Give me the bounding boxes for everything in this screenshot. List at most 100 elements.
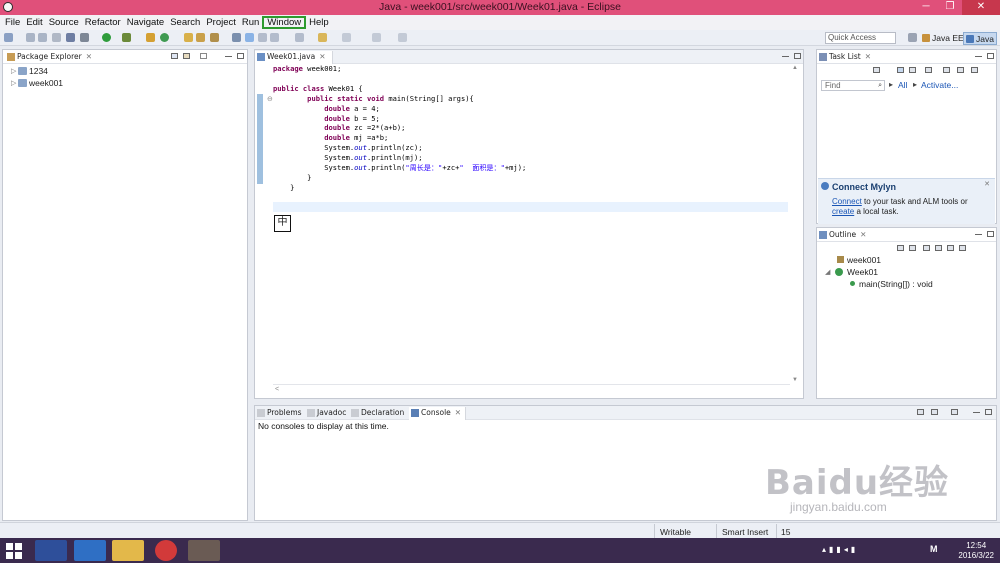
hide-local-types-icon[interactable] — [959, 245, 966, 251]
tab-problems[interactable]: Problems — [255, 407, 302, 420]
new-package-icon[interactable] — [146, 33, 155, 42]
scheduled-icon[interactable] — [909, 67, 916, 73]
categorized-icon[interactable] — [897, 67, 904, 73]
task-find-input[interactable]: Find ⌕ — [821, 80, 885, 91]
fold-icon[interactable]: ⊖ — [267, 95, 273, 103]
print-icon[interactable] — [52, 33, 61, 42]
create-link[interactable]: create — [832, 207, 854, 216]
feed-reader-icon[interactable] — [74, 540, 106, 561]
close-button[interactable]: ✕ — [962, 0, 1000, 15]
eclipse-taskbar-icon[interactable] — [188, 540, 220, 561]
activate-link[interactable]: Activate... — [921, 80, 958, 90]
back-icon[interactable] — [318, 33, 327, 42]
hide-completed-icon[interactable] — [943, 67, 950, 73]
minimize-view-icon[interactable] — [975, 234, 982, 236]
menu-run[interactable]: Run — [239, 16, 262, 29]
toggle-mark-icon[interactable] — [232, 33, 241, 42]
outline-item-class[interactable]: ◢ Week01 — [825, 267, 878, 278]
minimize-view-icon[interactable] — [225, 56, 232, 58]
vertical-scrollbar[interactable]: ▲ ▼ — [790, 64, 802, 384]
collapse-all-icon[interactable] — [171, 53, 178, 59]
open-perspective-icon[interactable] — [908, 33, 917, 42]
hide-static-icon[interactable] — [935, 245, 942, 251]
open-task-icon[interactable] — [196, 33, 205, 42]
tree-item-1234[interactable]: ▷ 1234 — [11, 66, 48, 77]
collapse-icon[interactable] — [897, 245, 904, 251]
new-class-icon[interactable] — [160, 33, 169, 42]
link-icon[interactable] — [971, 67, 978, 73]
all-link[interactable]: All — [898, 80, 907, 90]
forward-icon[interactable] — [342, 33, 351, 42]
menu-navigate[interactable]: Navigate — [124, 16, 168, 29]
minimize-editor-icon[interactable] — [782, 56, 789, 58]
history-icon[interactable] — [398, 33, 407, 42]
expand-arrow-icon[interactable]: ▷ — [11, 66, 16, 77]
last-edit-icon[interactable] — [295, 33, 304, 42]
minimize-button[interactable]: ─ — [914, 0, 938, 15]
run-icon[interactable] — [102, 33, 111, 42]
maximize-view-icon[interactable] — [985, 409, 992, 415]
connect-link[interactable]: Connect — [832, 197, 862, 206]
quick-access-input[interactable]: Quick Access — [825, 32, 896, 44]
code-editor[interactable]: package week001; public class Week01 { p… — [273, 64, 526, 193]
view-menu-icon[interactable] — [200, 53, 207, 59]
menu-window[interactable]: Window — [262, 16, 307, 29]
new-task-icon[interactable] — [873, 67, 880, 73]
ime-tray-icon[interactable]: M — [930, 544, 938, 554]
open-type-icon[interactable] — [184, 33, 193, 42]
open-console-icon[interactable] — [917, 409, 924, 415]
tab-outline[interactable]: Outline ✕ — [817, 229, 866, 242]
maximize-view-icon[interactable] — [987, 53, 994, 59]
next-annotation-icon[interactable] — [258, 33, 267, 42]
perspective-java-ee[interactable]: Java EE — [920, 32, 966, 45]
outline-item-package[interactable]: week001 — [833, 255, 881, 266]
menu-file[interactable]: File — [2, 16, 23, 29]
maximize-view-icon[interactable] — [237, 53, 244, 59]
menu-search[interactable]: Search — [167, 16, 203, 29]
minimize-view-icon[interactable] — [975, 56, 982, 58]
baidu-icon[interactable] — [35, 540, 67, 561]
perspective-java[interactable]: Java — [963, 32, 997, 45]
tab-package-explorer[interactable]: Package Explorer ✕ — [5, 51, 92, 64]
file-explorer-icon[interactable] — [112, 540, 144, 561]
annotation-icon[interactable] — [245, 33, 254, 42]
tab-javadoc[interactable]: Javadoc — [305, 407, 346, 420]
tab-console[interactable]: Console ✕ — [409, 407, 467, 420]
skip-breakpoints-icon[interactable] — [66, 33, 75, 42]
menu-refactor[interactable]: Refactor — [82, 16, 124, 29]
menu-edit[interactable]: Edit — [23, 16, 45, 29]
search-icon[interactable] — [210, 33, 219, 42]
collapse-arrow-icon[interactable]: ◢ — [825, 267, 830, 278]
menu-project[interactable]: Project — [203, 16, 239, 29]
horizontal-scrollbar[interactable]: < — [273, 384, 790, 396]
tab-declaration[interactable]: Declaration — [349, 407, 404, 420]
tab-task-list[interactable]: Task List ✕ — [817, 51, 871, 64]
sort-icon[interactable] — [909, 245, 916, 251]
collapse-all-icon[interactable] — [957, 67, 964, 73]
save-icon[interactable] — [26, 33, 35, 42]
outline-item-method[interactable]: main(String[]) : void — [847, 279, 933, 290]
link-editor-icon[interactable] — [183, 53, 190, 59]
clock[interactable]: 12:54 2016/3/22 — [958, 541, 994, 561]
tab-week01-java[interactable]: Week01.java ✕ — [255, 51, 333, 64]
close-icon[interactable]: ✕ — [984, 180, 990, 188]
pin-icon[interactable] — [372, 33, 381, 42]
display-console-icon[interactable] — [931, 409, 938, 415]
windows-start-icon[interactable] — [6, 543, 22, 559]
maximize-view-icon[interactable] — [987, 231, 994, 237]
expand-arrow-icon[interactable]: ▷ — [11, 78, 16, 89]
menu-source[interactable]: Source — [46, 16, 82, 29]
meitu-icon[interactable] — [155, 540, 177, 561]
settings-icon[interactable] — [80, 33, 89, 42]
coverage-icon[interactable] — [122, 33, 131, 42]
focus-icon[interactable] — [925, 67, 932, 73]
new-icon[interactable] — [4, 33, 13, 42]
new-console-icon[interactable] — [951, 409, 958, 415]
minimize-view-icon[interactable] — [973, 412, 980, 414]
menu-help[interactable]: Help — [306, 16, 332, 29]
tray-icons[interactable]: ▴▮▮◂▮ — [822, 545, 858, 554]
hide-nonpublic-icon[interactable] — [947, 245, 954, 251]
prev-annotation-icon[interactable] — [270, 33, 279, 42]
hide-fields-icon[interactable] — [923, 245, 930, 251]
save-all-icon[interactable] — [38, 33, 47, 42]
